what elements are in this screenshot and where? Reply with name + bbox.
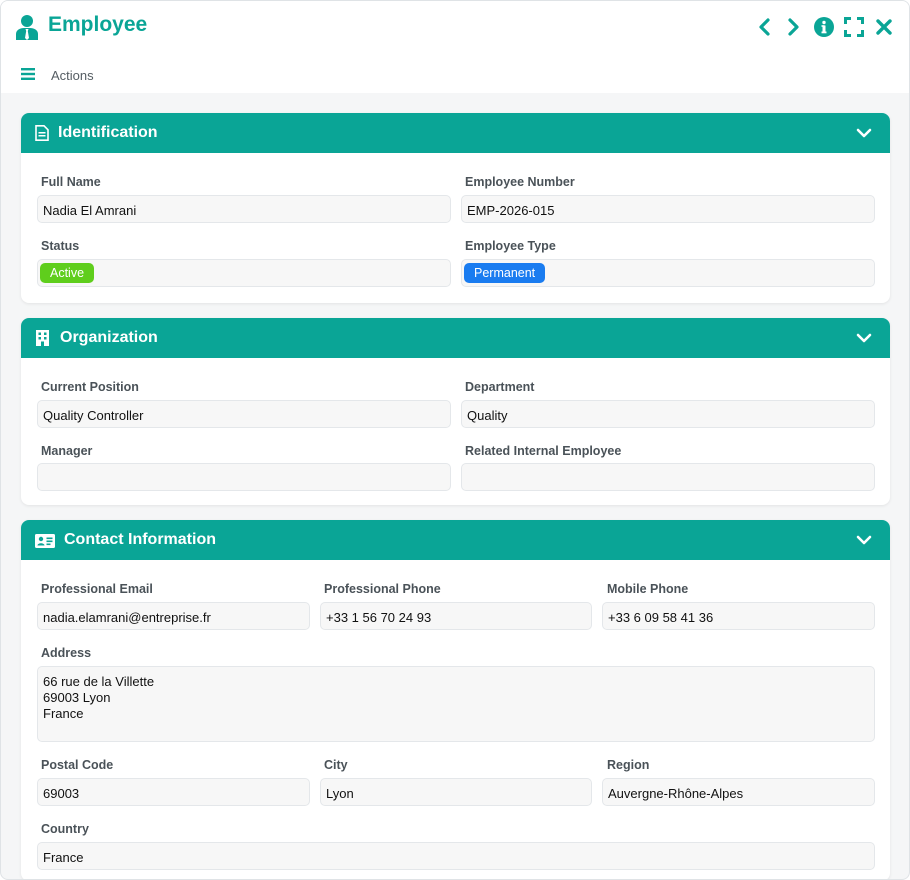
country-field[interactable]: France [37, 842, 875, 870]
phone-label: Professional Phone [324, 582, 441, 596]
user-tie-icon [16, 15, 38, 40]
window-title: Employee [48, 13, 148, 36]
status-badge: Active [40, 263, 95, 283]
address-field[interactable]: 66 rue de la Villette 69003 Lyon France [37, 666, 875, 742]
city-field[interactable]: Lyon [320, 778, 592, 806]
email-field[interactable]: nadia.elamrani@entreprise.fr [37, 602, 310, 630]
organization-section: Organization Current Position Quality Co… [21, 318, 890, 505]
chevron-right-icon[interactable] [783, 15, 805, 39]
window-controls [753, 15, 895, 39]
phone-field[interactable]: +33 1 56 70 24 93 [320, 602, 592, 630]
postal-code-field[interactable]: 69003 [37, 778, 310, 806]
email-label: Professional Email [41, 582, 153, 596]
manager-field[interactable] [37, 463, 451, 491]
status-label: Status [41, 239, 80, 253]
id-card-icon [35, 534, 55, 548]
identification-title: Identification [58, 124, 158, 141]
full-name-field[interactable]: Nadia El Amrani [37, 195, 451, 223]
employee-type-label: Employee Type [465, 239, 556, 253]
chevron-down-icon[interactable] [856, 533, 872, 547]
country-label: Country [41, 822, 89, 836]
status-field[interactable]: Active [37, 259, 451, 287]
manager-label: Manager [41, 444, 93, 458]
region-label: Region [607, 758, 650, 772]
city-label: City [324, 758, 348, 772]
employee-number-field[interactable]: EMP-2026-015 [461, 195, 875, 223]
organization-title: Organization [60, 329, 158, 346]
employee-number-label: Employee Number [465, 175, 575, 189]
region-field[interactable]: Auvergne-Rhône-Alpes [602, 778, 875, 806]
close-icon[interactable] [873, 15, 895, 39]
organization-header[interactable]: Organization [21, 318, 890, 358]
current-position-label: Current Position [41, 380, 139, 394]
full-name-label: Full Name [41, 175, 101, 189]
mobile-label: Mobile Phone [607, 582, 689, 596]
related-employee-label: Related Internal Employee [465, 444, 622, 458]
department-field[interactable]: Quality [461, 400, 875, 428]
identification-header[interactable]: Identification [21, 113, 890, 153]
building-icon [36, 330, 49, 346]
document-icon [35, 125, 49, 141]
employee-type-badge: Permanent [464, 263, 546, 283]
employee-window: Employee Actions Identification Full Nam… [0, 0, 910, 880]
chevron-left-icon[interactable] [753, 15, 775, 39]
contact-title: Contact Information [64, 531, 216, 548]
contact-section: Contact Information Professional Email n… [21, 520, 890, 879]
postal-code-label: Postal Code [41, 758, 114, 772]
expand-icon[interactable] [843, 15, 865, 39]
address-label: Address [41, 646, 92, 660]
department-label: Department [465, 380, 535, 394]
related-employee-field[interactable] [461, 463, 875, 491]
info-icon[interactable] [813, 15, 835, 39]
chevron-down-icon[interactable] [856, 126, 872, 140]
action-bar: Actions [1, 53, 909, 93]
identification-section: Identification Full Name Nadia El Amrani… [21, 113, 890, 303]
actions-menu[interactable]: Actions [51, 68, 94, 83]
employee-type-field[interactable]: Permanent [461, 259, 875, 287]
mobile-field[interactable]: +33 6 09 58 41 36 [602, 602, 875, 630]
current-position-field[interactable]: Quality Controller [37, 400, 451, 428]
contact-header[interactable]: Contact Information [21, 520, 890, 560]
hamburger-icon[interactable] [21, 68, 35, 80]
chevron-down-icon[interactable] [856, 331, 872, 345]
title-bar: Employee [1, 1, 909, 53]
